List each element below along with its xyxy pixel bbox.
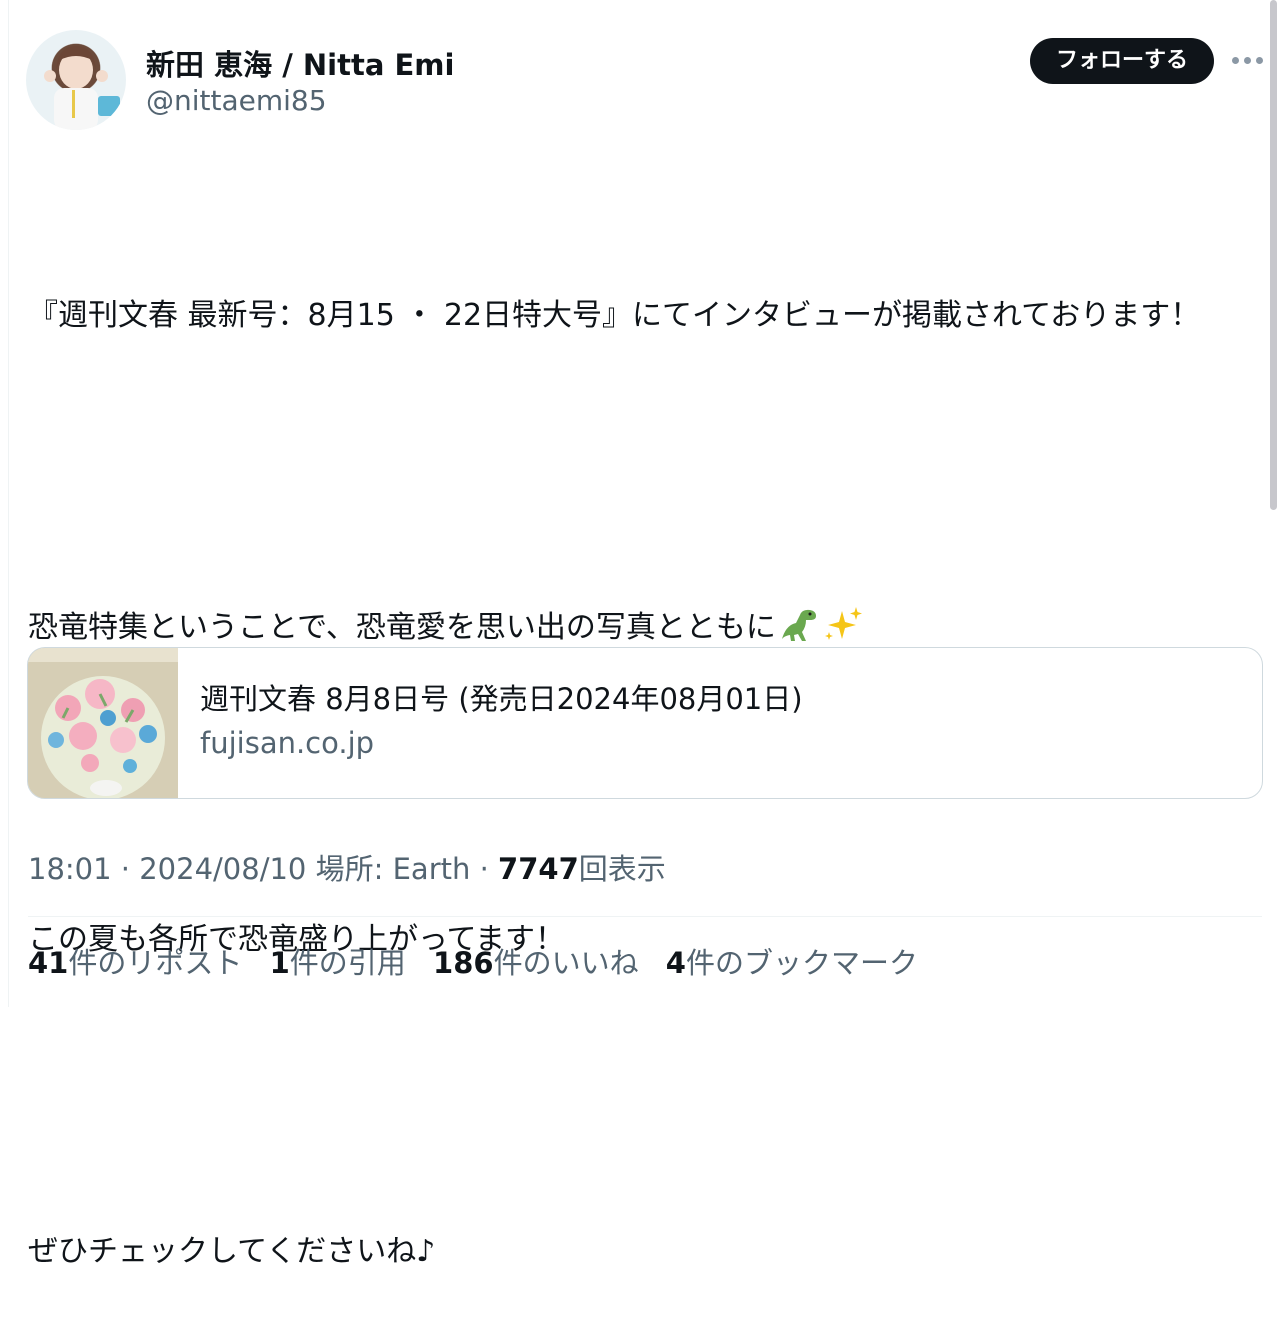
tweet-date[interactable]: 2024/08/10 (139, 852, 306, 886)
reposts-label: 件のリポスト (68, 946, 243, 980)
sparkles-emoji (820, 605, 864, 645)
reposts-count: 41 (28, 946, 69, 980)
likes-count: 186 (433, 946, 494, 980)
link-card-title: 週刊文春 8月8日号 (発売日2024年08月01日) (200, 682, 803, 716)
display-name[interactable]: 新田 恵海 / Nitta Emi (146, 42, 454, 84)
bookmarks-label: 件のブックマーク (685, 946, 918, 980)
tweet-header: 新田 恵海 / Nitta Emi @nittaemi85 フォローする (26, 28, 1266, 132)
likes-label: 件のいいね (493, 946, 639, 980)
quotes-label: 件の引用 (289, 946, 406, 980)
tweet-line-text: 恐竜特集ということで、恐竜愛を思い出の写真とともに (28, 610, 776, 645)
avatar[interactable] (26, 30, 126, 130)
magazine-cover-thumbnail (28, 648, 178, 798)
tweet-location: 場所: Earth (315, 852, 471, 886)
scrollbar[interactable] (1270, 0, 1277, 510)
tweet-line: ぜひチェックしてくださいね♪ (28, 1234, 436, 1269)
likes-stat[interactable]: 186件のいいね (433, 946, 639, 980)
engagement-stats: 41件のリポスト 1件の引用 186件のいいね 4件のブックマーク (28, 940, 936, 982)
views-label: 回表示 (578, 852, 666, 886)
bookmarks-count: 4 (665, 946, 686, 980)
link-card[interactable]: 週刊文春 8月8日号 (発売日2024年08月01日) fujisan.co.j… (27, 647, 1263, 799)
user-handle[interactable]: @nittaemi85 (146, 84, 327, 117)
more-options-icon[interactable] (1232, 48, 1264, 72)
link-card-domain: fujisan.co.jp (200, 726, 375, 760)
tweet-time[interactable]: 18:01 (28, 852, 112, 886)
quotes-count: 1 (269, 946, 290, 980)
quotes-stat[interactable]: 1件の引用 (270, 946, 406, 980)
bookmarks-stat[interactable]: 4件のブックマーク (666, 946, 918, 980)
tweet-line: 『週刊文春 最新号：8月15 ・ 22日特大号』にてインタビューが掲載されており… (28, 298, 1201, 333)
tweet-meta: 18:01 · 2024/08/10 場所: Earth · 7747回表示 (28, 846, 666, 888)
t-rex-emoji (776, 605, 820, 645)
left-border (8, 0, 9, 1007)
reposts-stat[interactable]: 41件のリポスト (28, 946, 242, 980)
divider (28, 916, 1262, 917)
meta-separator: · (120, 852, 131, 886)
views-count: 7747 (498, 852, 579, 886)
follow-button[interactable]: フォローする (1030, 38, 1214, 84)
meta-separator: · (479, 852, 489, 886)
